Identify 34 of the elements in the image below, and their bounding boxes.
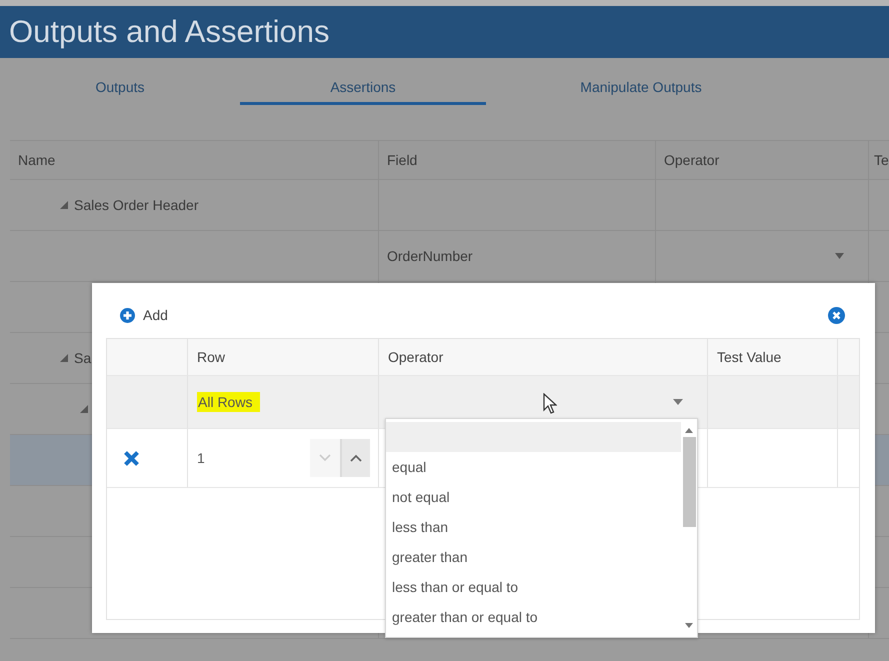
dropdown-option[interactable]: not equal xyxy=(386,482,681,512)
dropdown-option[interactable]: equal xyxy=(386,452,681,482)
group-name: Sa xyxy=(74,350,92,366)
column-header: Te xyxy=(874,152,889,168)
dropdown-option[interactable]: greater than or equal to xyxy=(386,602,681,632)
add-button[interactable]: Add xyxy=(120,307,168,323)
chevron-up-icon xyxy=(350,454,362,462)
chevron-down-icon xyxy=(319,454,331,462)
increment-button[interactable] xyxy=(340,439,370,477)
scroll-down-icon[interactable] xyxy=(685,623,693,628)
delete-icon[interactable] xyxy=(123,450,140,466)
row-number-field[interactable]: 1 xyxy=(197,450,277,466)
expanded-triangle-icon[interactable] xyxy=(60,354,68,362)
column-header: Field xyxy=(387,152,418,168)
column-header: Operator xyxy=(664,152,720,168)
plus-circle-icon xyxy=(120,308,135,322)
column-header: Test Value xyxy=(717,349,782,365)
dropdown-caret-icon[interactable] xyxy=(673,399,683,405)
dropdown-caret-icon[interactable] xyxy=(835,253,844,259)
column-header: Operator xyxy=(388,349,444,365)
column-header: Row xyxy=(197,349,226,365)
column-header: Name xyxy=(18,152,56,168)
group-name: Sales Order Header xyxy=(74,197,199,213)
scrollbar-thumb[interactable] xyxy=(682,437,696,527)
dropdown-option[interactable]: greater than xyxy=(386,542,681,572)
highlighted-text: All Rows xyxy=(197,392,260,412)
dropdown-option[interactable]: less than or equal to xyxy=(386,572,681,602)
close-icon[interactable] xyxy=(828,306,845,324)
window-title: Outputs and Assertions xyxy=(8,13,330,50)
mouse-pointer-icon xyxy=(543,393,557,415)
dropdown-option[interactable]: less than xyxy=(386,512,681,542)
field-name: OrderNumber xyxy=(387,248,473,264)
expanded-triangle-icon[interactable] xyxy=(60,201,68,209)
expanded-triangle-icon[interactable] xyxy=(80,405,88,413)
